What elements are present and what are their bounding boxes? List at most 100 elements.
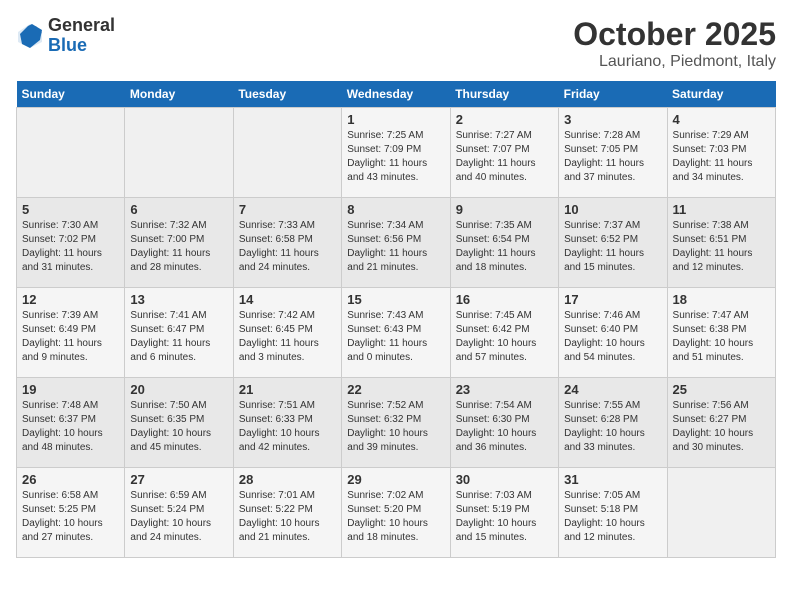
day-detail: Sunrise: 7:52 AM Sunset: 6:32 PM Dayligh… (347, 399, 444, 455)
day-detail: Sunrise: 7:33 AM Sunset: 6:58 PM Dayligh… (239, 219, 336, 275)
weekday-header-row: SundayMondayTuesdayWednesdayThursdayFrid… (17, 81, 776, 108)
day-detail: Sunrise: 7:48 AM Sunset: 6:37 PM Dayligh… (22, 399, 119, 455)
day-detail: Sunrise: 7:03 AM Sunset: 5:19 PM Dayligh… (456, 489, 553, 545)
weekday-header: Monday (125, 81, 233, 108)
day-number: 27 (130, 472, 227, 487)
logo-icon (16, 22, 44, 50)
day-number: 28 (239, 472, 336, 487)
day-number: 25 (673, 382, 770, 397)
title-block: October 2025 Lauriano, Piedmont, Italy (573, 16, 776, 71)
calendar-cell: 9 Sunrise: 7:35 AM Sunset: 6:54 PM Daylig… (450, 198, 558, 288)
day-number: 19 (22, 382, 119, 397)
day-number: 29 (347, 472, 444, 487)
day-number: 15 (347, 292, 444, 307)
day-number: 18 (673, 292, 770, 307)
day-detail: Sunrise: 7:27 AM Sunset: 7:07 PM Dayligh… (456, 129, 553, 185)
calendar-cell: 29 Sunrise: 7:02 AM Sunset: 5:20 PM Dayli… (342, 468, 450, 558)
page-header: General Blue October 2025 Lauriano, Pied… (16, 16, 776, 71)
day-number: 23 (456, 382, 553, 397)
day-number: 4 (673, 112, 770, 127)
calendar-cell: 17Sunrise: 7:46 AM Sunset: 6:40 PM Dayli… (559, 288, 667, 378)
day-detail: Sunrise: 7:34 AM Sunset: 6:56 PM Dayligh… (347, 219, 444, 275)
calendar-cell: 14 Sunrise: 7:42 AM Sunset: 6:45 PM Dayli… (233, 288, 341, 378)
weekday-header: Saturday (667, 81, 775, 108)
day-detail: Sunrise: 7:02 AM Sunset: 5:20 PM Dayligh… (347, 489, 444, 545)
calendar-cell (667, 468, 775, 558)
day-detail: Sunrise: 7:50 AM Sunset: 6:35 PM Dayligh… (130, 399, 227, 455)
day-number: 24 (564, 382, 661, 397)
calendar-cell: 21Sunrise: 7:51 AM Sunset: 6:33 PM Dayli… (233, 378, 341, 468)
day-number: 2 (456, 112, 553, 127)
calendar-body: 1Sunrise: 7:25 AM Sunset: 7:09 PM Daylig… (17, 108, 776, 558)
day-detail: Sunrise: 7:29 AM Sunset: 7:03 PM Dayligh… (673, 129, 770, 185)
day-number: 22 (347, 382, 444, 397)
calendar-table: SundayMondayTuesdayWednesdayThursdayFrid… (16, 81, 776, 558)
day-detail: Sunrise: 7:54 AM Sunset: 6:30 PM Dayligh… (456, 399, 553, 455)
calendar-cell (233, 108, 341, 198)
calendar-cell: 1Sunrise: 7:25 AM Sunset: 7:09 PM Daylig… (342, 108, 450, 198)
calendar-cell: 13Sunrise: 7:41 AM Sunset: 6:47 PM Dayli… (125, 288, 233, 378)
day-detail: Sunrise: 7:55 AM Sunset: 6:28 PM Dayligh… (564, 399, 661, 455)
day-detail: Sunrise: 7:47 AM Sunset: 6:38 PM Dayligh… (673, 309, 770, 365)
logo-text: General Blue (48, 16, 115, 56)
calendar-cell: 4 Sunrise: 7:29 AM Sunset: 7:03 PM Daylig… (667, 108, 775, 198)
day-number: 31 (564, 472, 661, 487)
day-number: 12 (22, 292, 119, 307)
calendar-header: SundayMondayTuesdayWednesdayThursdayFrid… (17, 81, 776, 108)
calendar-cell: 7 Sunrise: 7:33 AM Sunset: 6:58 PM Daylig… (233, 198, 341, 288)
calendar-cell: 10Sunrise: 7:37 AM Sunset: 6:52 PM Dayli… (559, 198, 667, 288)
day-detail: Sunrise: 7:30 AM Sunset: 7:02 PM Dayligh… (22, 219, 119, 275)
calendar-cell: 25 Sunrise: 7:56 AM Sunset: 6:27 PM Dayli… (667, 378, 775, 468)
day-number: 3 (564, 112, 661, 127)
day-number: 30 (456, 472, 553, 487)
day-detail: Sunrise: 7:39 AM Sunset: 6:49 PM Dayligh… (22, 309, 119, 365)
day-detail: Sunrise: 7:42 AM Sunset: 6:45 PM Dayligh… (239, 309, 336, 365)
calendar-week-row: 26 Sunrise: 6:58 AM Sunset: 5:25 PM Dayli… (17, 468, 776, 558)
calendar-cell: 19 Sunrise: 7:48 AM Sunset: 6:37 PM Dayli… (17, 378, 125, 468)
calendar-week-row: 19 Sunrise: 7:48 AM Sunset: 6:37 PM Dayli… (17, 378, 776, 468)
calendar-cell (17, 108, 125, 198)
day-number: 13 (130, 292, 227, 307)
day-number: 14 (239, 292, 336, 307)
calendar-cell: 22 Sunrise: 7:52 AM Sunset: 6:32 PM Dayli… (342, 378, 450, 468)
month-title: October 2025 (573, 16, 776, 53)
logo: General Blue (16, 16, 115, 56)
day-detail: Sunrise: 7:01 AM Sunset: 5:22 PM Dayligh… (239, 489, 336, 545)
calendar-cell: 2 Sunrise: 7:27 AM Sunset: 7:07 PM Daylig… (450, 108, 558, 198)
calendar-cell: 3Sunrise: 7:28 AM Sunset: 7:05 PM Daylig… (559, 108, 667, 198)
day-detail: Sunrise: 7:43 AM Sunset: 6:43 PM Dayligh… (347, 309, 444, 365)
day-detail: Sunrise: 7:51 AM Sunset: 6:33 PM Dayligh… (239, 399, 336, 455)
day-detail: Sunrise: 7:38 AM Sunset: 6:51 PM Dayligh… (673, 219, 770, 275)
calendar-week-row: 1Sunrise: 7:25 AM Sunset: 7:09 PM Daylig… (17, 108, 776, 198)
day-number: 9 (456, 202, 553, 217)
calendar-week-row: 5Sunrise: 7:30 AM Sunset: 7:02 PM Daylig… (17, 198, 776, 288)
calendar-cell: 31 Sunrise: 7:05 AM Sunset: 5:18 PM Dayli… (559, 468, 667, 558)
calendar-cell: 11 Sunrise: 7:38 AM Sunset: 6:51 PM Dayli… (667, 198, 775, 288)
day-number: 26 (22, 472, 119, 487)
day-number: 8 (347, 202, 444, 217)
weekday-header: Tuesday (233, 81, 341, 108)
day-detail: Sunrise: 7:05 AM Sunset: 5:18 PM Dayligh… (564, 489, 661, 545)
weekday-header: Thursday (450, 81, 558, 108)
day-detail: Sunrise: 6:58 AM Sunset: 5:25 PM Dayligh… (22, 489, 119, 545)
day-detail: Sunrise: 7:35 AM Sunset: 6:54 PM Dayligh… (456, 219, 553, 275)
day-number: 6 (130, 202, 227, 217)
calendar-cell: 8 Sunrise: 7:34 AM Sunset: 6:56 PM Daylig… (342, 198, 450, 288)
day-detail: Sunrise: 6:59 AM Sunset: 5:24 PM Dayligh… (130, 489, 227, 545)
day-number: 17 (564, 292, 661, 307)
day-number: 1 (347, 112, 444, 127)
calendar-cell: 12 Sunrise: 7:39 AM Sunset: 6:49 PM Dayli… (17, 288, 125, 378)
day-detail: Sunrise: 7:37 AM Sunset: 6:52 PM Dayligh… (564, 219, 661, 275)
location: Lauriano, Piedmont, Italy (573, 53, 776, 71)
weekday-header: Wednesday (342, 81, 450, 108)
day-number: 7 (239, 202, 336, 217)
day-number: 16 (456, 292, 553, 307)
calendar-cell: 5Sunrise: 7:30 AM Sunset: 7:02 PM Daylig… (17, 198, 125, 288)
day-number: 11 (673, 202, 770, 217)
day-detail: Sunrise: 7:32 AM Sunset: 7:00 PM Dayligh… (130, 219, 227, 275)
calendar-cell: 24 Sunrise: 7:55 AM Sunset: 6:28 PM Dayli… (559, 378, 667, 468)
weekday-header: Friday (559, 81, 667, 108)
day-detail: Sunrise: 7:56 AM Sunset: 6:27 PM Dayligh… (673, 399, 770, 455)
calendar-cell: 6 Sunrise: 7:32 AM Sunset: 7:00 PM Daylig… (125, 198, 233, 288)
calendar-cell: 30 Sunrise: 7:03 AM Sunset: 5:19 PM Dayli… (450, 468, 558, 558)
